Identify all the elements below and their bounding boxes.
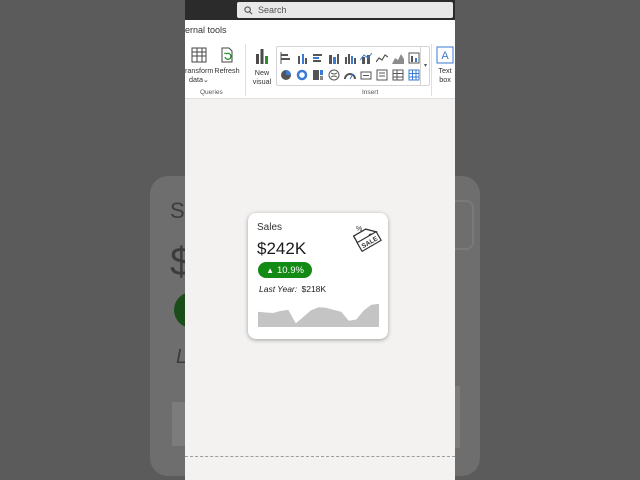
text-box-label-2: box	[439, 75, 451, 84]
ribbon-separator	[431, 44, 432, 96]
text-box-label-1: Text	[438, 66, 452, 75]
sparkline	[258, 303, 379, 327]
column-chart-icon[interactable]	[344, 51, 356, 64]
sale-tag-icon: SALE %	[352, 226, 382, 253]
gauge-icon[interactable]	[344, 68, 356, 80]
refresh-icon	[221, 47, 233, 63]
delta-value: 10.9%	[276, 264, 304, 276]
transform-data-button[interactable]: ransform data⌄	[185, 46, 213, 84]
stacked-column-icon[interactable]	[296, 51, 308, 64]
kpi-card[interactable]: Sales $242K ▲ 10.9% Last Year: $218K SAL…	[248, 213, 388, 339]
combo-chart-icon[interactable]	[359, 51, 373, 64]
pie-chart-icon[interactable]	[280, 68, 292, 80]
table-visual-icon[interactable]	[392, 68, 404, 81]
area-chart-icon[interactable]	[392, 51, 404, 64]
ribbon-chart-icon[interactable]	[408, 51, 420, 64]
sparkline-area	[258, 303, 379, 327]
visual-gallery: ▾	[276, 46, 430, 86]
stacked-bar-icon[interactable]	[280, 51, 292, 64]
transform-data-label-2: data	[188, 75, 203, 84]
percent-glyph: %	[356, 226, 362, 233]
insert-group-label: Insert	[362, 89, 379, 96]
page-tabs-bar	[185, 456, 455, 480]
text-box-button[interactable]: A Text box	[435, 46, 455, 84]
multi-row-card-icon[interactable]	[376, 68, 388, 81]
clustered-bar-icon[interactable]	[312, 51, 324, 63]
card-visual-icon[interactable]	[360, 68, 372, 80]
ribbon-separator	[245, 44, 246, 96]
card-value: $242K	[257, 239, 307, 258]
chevron-down-icon: ⌄	[202, 75, 210, 84]
clustered-column-icon[interactable]	[328, 51, 340, 64]
title-bar: Search	[185, 0, 455, 20]
search-placeholder: Search	[258, 5, 287, 15]
svg-text:A: A	[441, 50, 449, 62]
transform-data-label-1: ransform	[185, 66, 214, 75]
last-year-value: $218K	[301, 284, 327, 294]
search-icon	[244, 5, 253, 14]
ribbon: ernal tools ransform data⌄ Refresh Queri…	[185, 20, 455, 99]
line-chart-icon[interactable]	[375, 51, 389, 63]
delta-badge: ▲ 10.9%	[258, 262, 312, 278]
map-icon[interactable]	[328, 68, 340, 81]
chevron-down-icon: ▾	[423, 63, 427, 69]
new-visual-label-1: New	[254, 68, 270, 77]
app-window: Search ernal tools ransform data⌄ Refres…	[185, 0, 455, 480]
queries-group-label: Queries	[200, 89, 223, 96]
last-year-row: Last Year: $218K	[259, 284, 326, 294]
treemap-icon[interactable]	[312, 68, 324, 80]
last-year-label: Last Year:	[259, 284, 298, 294]
triangle-up-icon: ▲	[266, 265, 274, 275]
search-box[interactable]: Search	[237, 2, 453, 18]
donut-chart-icon[interactable]	[296, 68, 308, 81]
text-box-icon: A	[436, 46, 454, 64]
card-title: Sales	[257, 222, 283, 233]
bar-chart-icon	[256, 49, 268, 64]
refresh-button[interactable]: Refresh	[214, 46, 240, 75]
new-visual-button[interactable]: New visual	[249, 46, 275, 86]
ribbon-tab-external-tools[interactable]: ernal tools	[185, 25, 227, 35]
new-visual-label-2: visual	[252, 77, 272, 86]
matrix-visual-icon[interactable]	[408, 68, 420, 81]
table-grid-icon	[191, 47, 207, 63]
gallery-more-button[interactable]: ▾	[420, 47, 430, 85]
refresh-label: Refresh	[214, 66, 240, 75]
